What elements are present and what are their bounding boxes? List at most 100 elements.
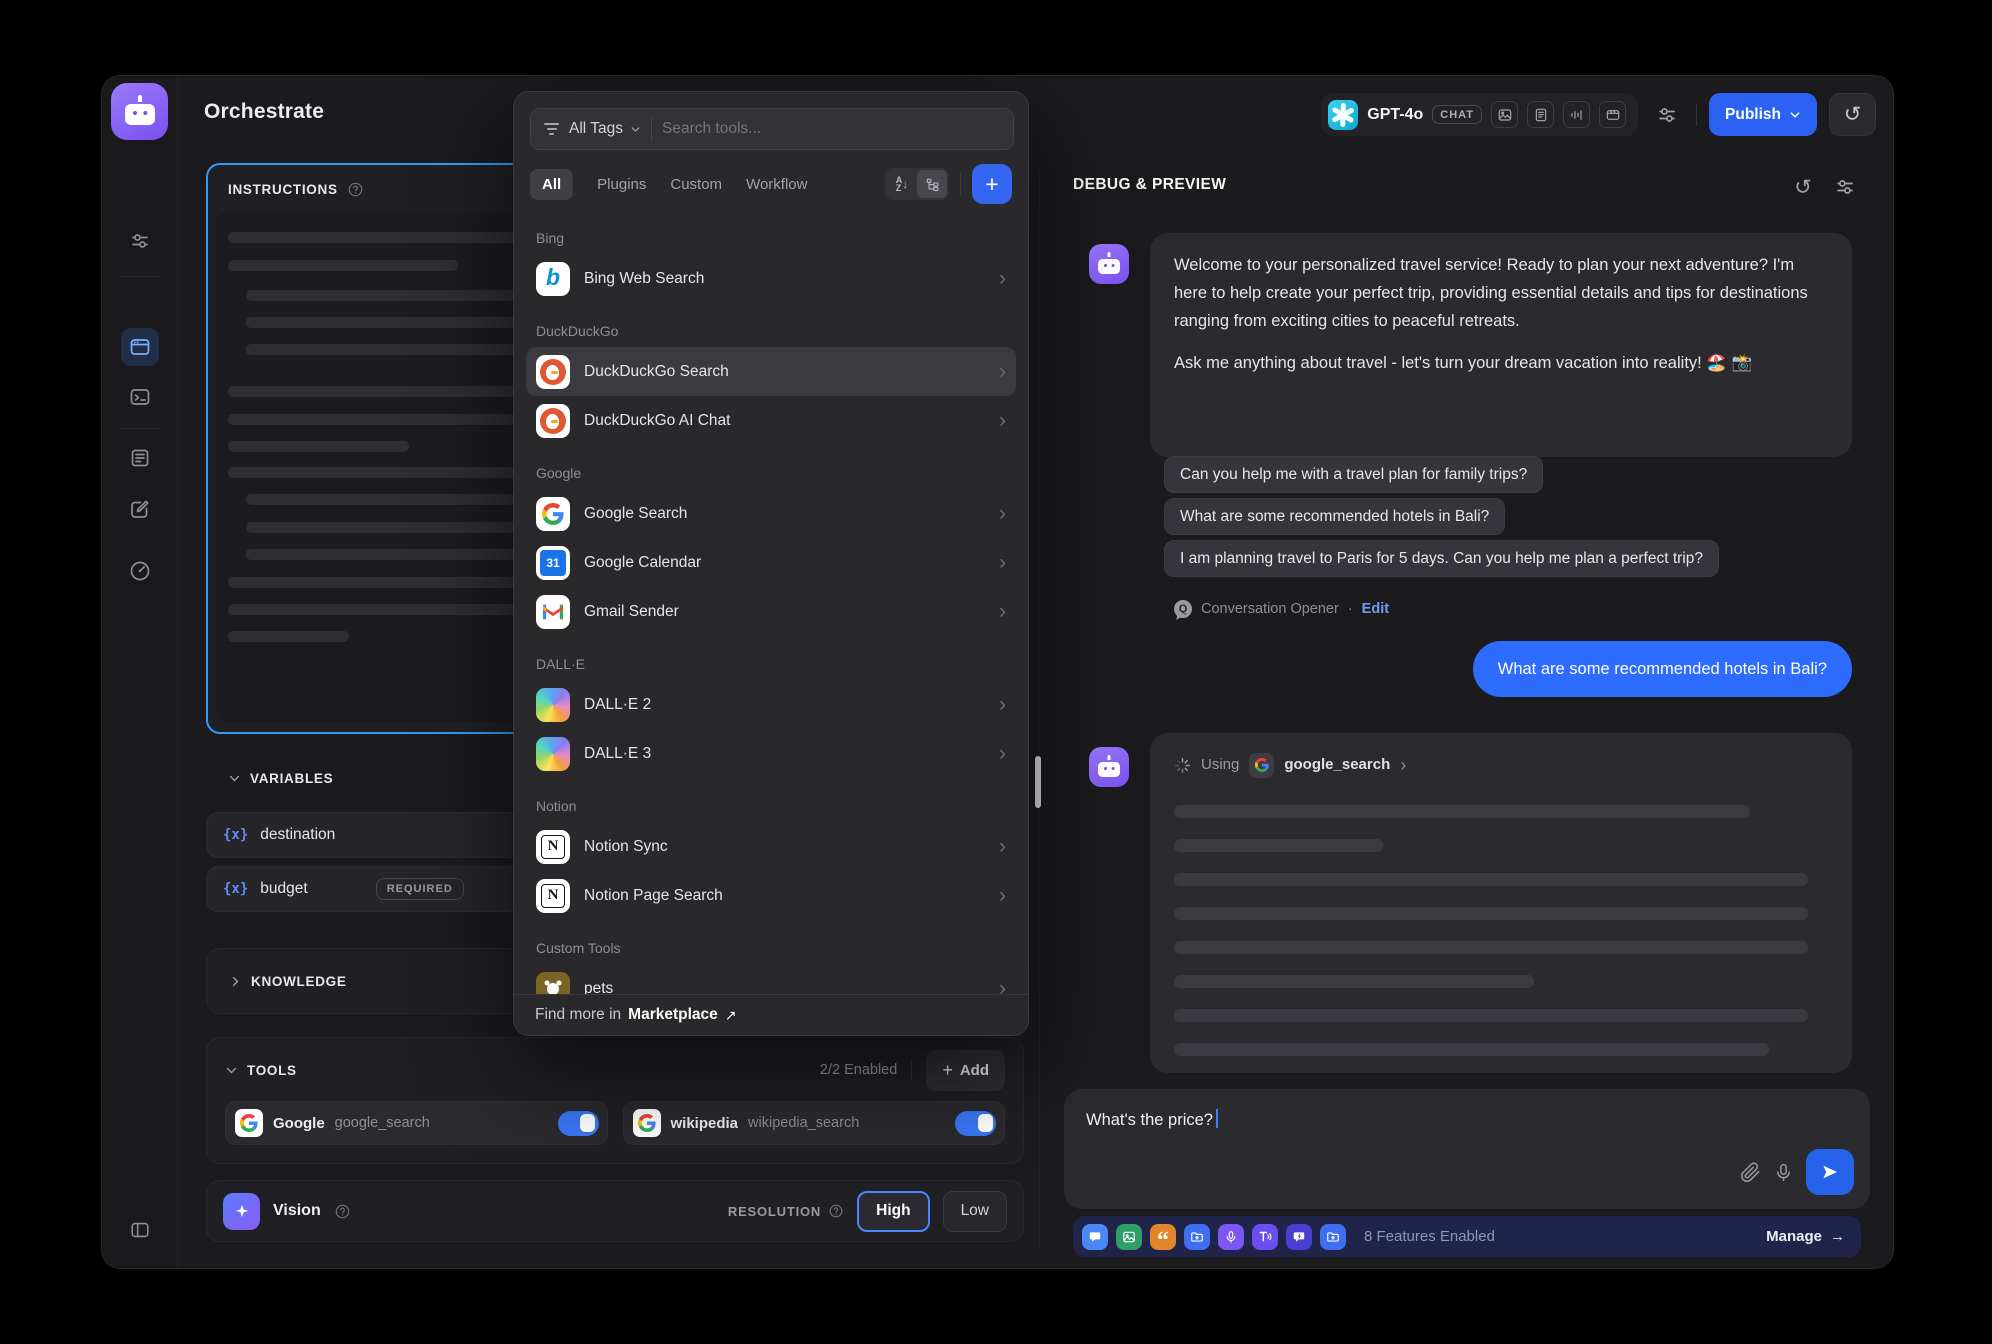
tools-panel: TOOLS 2/2 Enabled + Add Google google_se… (206, 1037, 1024, 1164)
manage-features-button[interactable]: Manage → (1766, 1228, 1845, 1245)
search-divider (651, 118, 652, 140)
tool-row-pets[interactable]: pets › (526, 964, 1016, 994)
rail-edit-button[interactable] (121, 490, 159, 528)
tools-collapse[interactable]: TOOLS (225, 1063, 297, 1078)
variables-header[interactable]: VARIABLES (228, 771, 333, 786)
section-label: DALL·E (526, 656, 1016, 680)
tool-row-duckduckgo-ai-chat[interactable]: DuckDuckGo AI Chat › (526, 396, 1016, 445)
tool-row-notion-sync[interactable]: N Notion Sync › (526, 822, 1016, 871)
tool-tabs: All Plugins Custom Workflow AZ↓ + (530, 164, 1012, 204)
chevron-right-icon: › (999, 694, 1006, 715)
tool-call-status[interactable]: Using google_search › (1174, 751, 1828, 779)
restart-chat-button[interactable]: ↺ (1786, 170, 1820, 204)
add-tool-button[interactable]: + Add (926, 1050, 1005, 1091)
history-button[interactable]: ↺ (1829, 93, 1876, 136)
bot-avatar (1089, 244, 1129, 284)
suggestion-chip[interactable]: What are some recommended hotels in Bali… (1164, 498, 1505, 535)
panel-resize-handle[interactable] (1035, 756, 1041, 808)
bot-avatar (1089, 747, 1129, 787)
sort-az-button[interactable]: AZ↓ (887, 170, 917, 198)
rail-terminal-button[interactable] (121, 378, 159, 416)
group-view-button[interactable] (917, 170, 947, 198)
speech-to-text-feature-icon[interactable] (1218, 1224, 1244, 1250)
rail-monitor-button[interactable] (121, 552, 159, 590)
tool-card-wikipedia-search[interactable]: wikipedia wikipedia_search (623, 1101, 1006, 1145)
resolution-label-group: RESOLUTION (728, 1203, 844, 1219)
marketplace-link[interactable]: Marketplace (628, 1006, 718, 1024)
duckduckgo-icon (536, 404, 570, 438)
rail-orchestrate-button[interactable] (121, 328, 159, 366)
tool-row-name: Notion Sync (584, 838, 668, 856)
chevron-right-icon: › (999, 361, 1006, 382)
opener-edit-link[interactable]: Edit (1362, 601, 1389, 617)
chat-input[interactable]: What's the price? (1064, 1089, 1870, 1209)
rail-divider (120, 276, 160, 277)
tool-status-label: Using (1201, 751, 1239, 779)
suggestion-chip[interactable]: Can you help me with a travel plan for f… (1164, 456, 1543, 493)
vision-icon (223, 1193, 260, 1230)
rail-logs-button[interactable] (121, 439, 159, 477)
text-to-speech-feature-icon[interactable] (1252, 1224, 1278, 1250)
tool-row-bing-web-search[interactable]: b Bing Web Search › (526, 254, 1016, 303)
tool-search-input[interactable]: Search tools... (662, 120, 761, 138)
rail-settings-button[interactable] (121, 222, 159, 260)
suggested-questions-feature-icon[interactable] (1286, 1224, 1312, 1250)
model-selector[interactable]: GPT-4o CHAT (1321, 93, 1638, 136)
main-content: Orchestrate GPT-4o CHAT Publish (178, 76, 1893, 1268)
features-bar: “ 8 Features Enabled Manage → (1073, 1216, 1861, 1257)
tab-all[interactable]: All (530, 169, 573, 200)
history-icon: ↺ (1844, 102, 1862, 127)
chevron-right-icon (229, 975, 242, 988)
sliders-icon (1835, 177, 1855, 197)
knowledge-title: KNOWLEDGE (251, 974, 347, 989)
tool-row-dalle-2[interactable]: DALL·E 2 › (526, 680, 1016, 729)
resolution-low-button[interactable]: Low (943, 1191, 1007, 1232)
tool-row-name: DALL·E 3 (584, 745, 651, 763)
plus-icon: + (942, 1060, 953, 1081)
duckduckgo-icon (536, 355, 570, 389)
notion-icon: N (536, 830, 570, 864)
help-icon[interactable] (347, 181, 364, 198)
chevron-right-icon: › (999, 503, 1006, 524)
skeleton-line (1174, 805, 1750, 818)
tool-row-notion-page-search[interactable]: N Notion Page Search › (526, 871, 1016, 920)
chat-settings-button[interactable] (1828, 170, 1862, 204)
conversation-opener-feature-icon[interactable] (1082, 1224, 1108, 1250)
tag-filter-dropdown[interactable]: All Tags (569, 120, 641, 138)
tool-row-google-search[interactable]: Google Search › (526, 489, 1016, 538)
citation-feature-icon[interactable]: “ (1150, 1224, 1176, 1250)
topbar-actions: GPT-4o CHAT Publish ↺ (1321, 93, 1876, 136)
tool-row-google-calendar[interactable]: 31 Google Calendar › (526, 538, 1016, 587)
document-icon (128, 446, 152, 470)
tab-workflow[interactable]: Workflow (746, 176, 807, 193)
voice-input-button[interactable] (1773, 1162, 1794, 1183)
help-icon[interactable] (828, 1203, 844, 1219)
create-tool-button[interactable]: + (972, 164, 1012, 204)
sliders-icon (130, 231, 150, 251)
help-icon[interactable] (334, 1203, 351, 1220)
tab-plugins[interactable]: Plugins (597, 176, 646, 193)
variable-name: budget (260, 880, 307, 898)
file-upload-feature-icon[interactable] (1320, 1224, 1346, 1250)
rail-collapse-button[interactable] (121, 1211, 159, 1249)
model-name: GPT-4o (1367, 106, 1423, 124)
google-calendar-icon: 31 (536, 546, 570, 580)
tool-toggle-on[interactable] (955, 1111, 996, 1136)
publish-button[interactable]: Publish (1709, 93, 1817, 136)
tool-row-gmail-sender[interactable]: Gmail Sender › (526, 587, 1016, 636)
tool-row-name: pets (584, 980, 613, 995)
file-upload-feature-icon[interactable] (1184, 1224, 1210, 1250)
tool-row-duckduckgo-search[interactable]: DuckDuckGo Search › (526, 347, 1016, 396)
tool-row-dalle-3[interactable]: DALL·E 3 › (526, 729, 1016, 778)
tool-card-google-search[interactable]: Google google_search (225, 1101, 608, 1145)
app-logo[interactable] (111, 83, 168, 140)
tab-custom[interactable]: Custom (670, 176, 722, 193)
preview-settings-button[interactable] (1650, 98, 1684, 132)
tool-toggle-on[interactable] (558, 1111, 599, 1136)
image-feature-icon[interactable] (1116, 1224, 1142, 1250)
send-button[interactable] (1806, 1149, 1854, 1195)
suggestion-chip[interactable]: I am planning travel to Paris for 5 days… (1164, 540, 1719, 577)
filter-icon (544, 123, 559, 134)
attach-file-button[interactable] (1740, 1162, 1761, 1183)
resolution-high-button[interactable]: High (857, 1191, 929, 1232)
